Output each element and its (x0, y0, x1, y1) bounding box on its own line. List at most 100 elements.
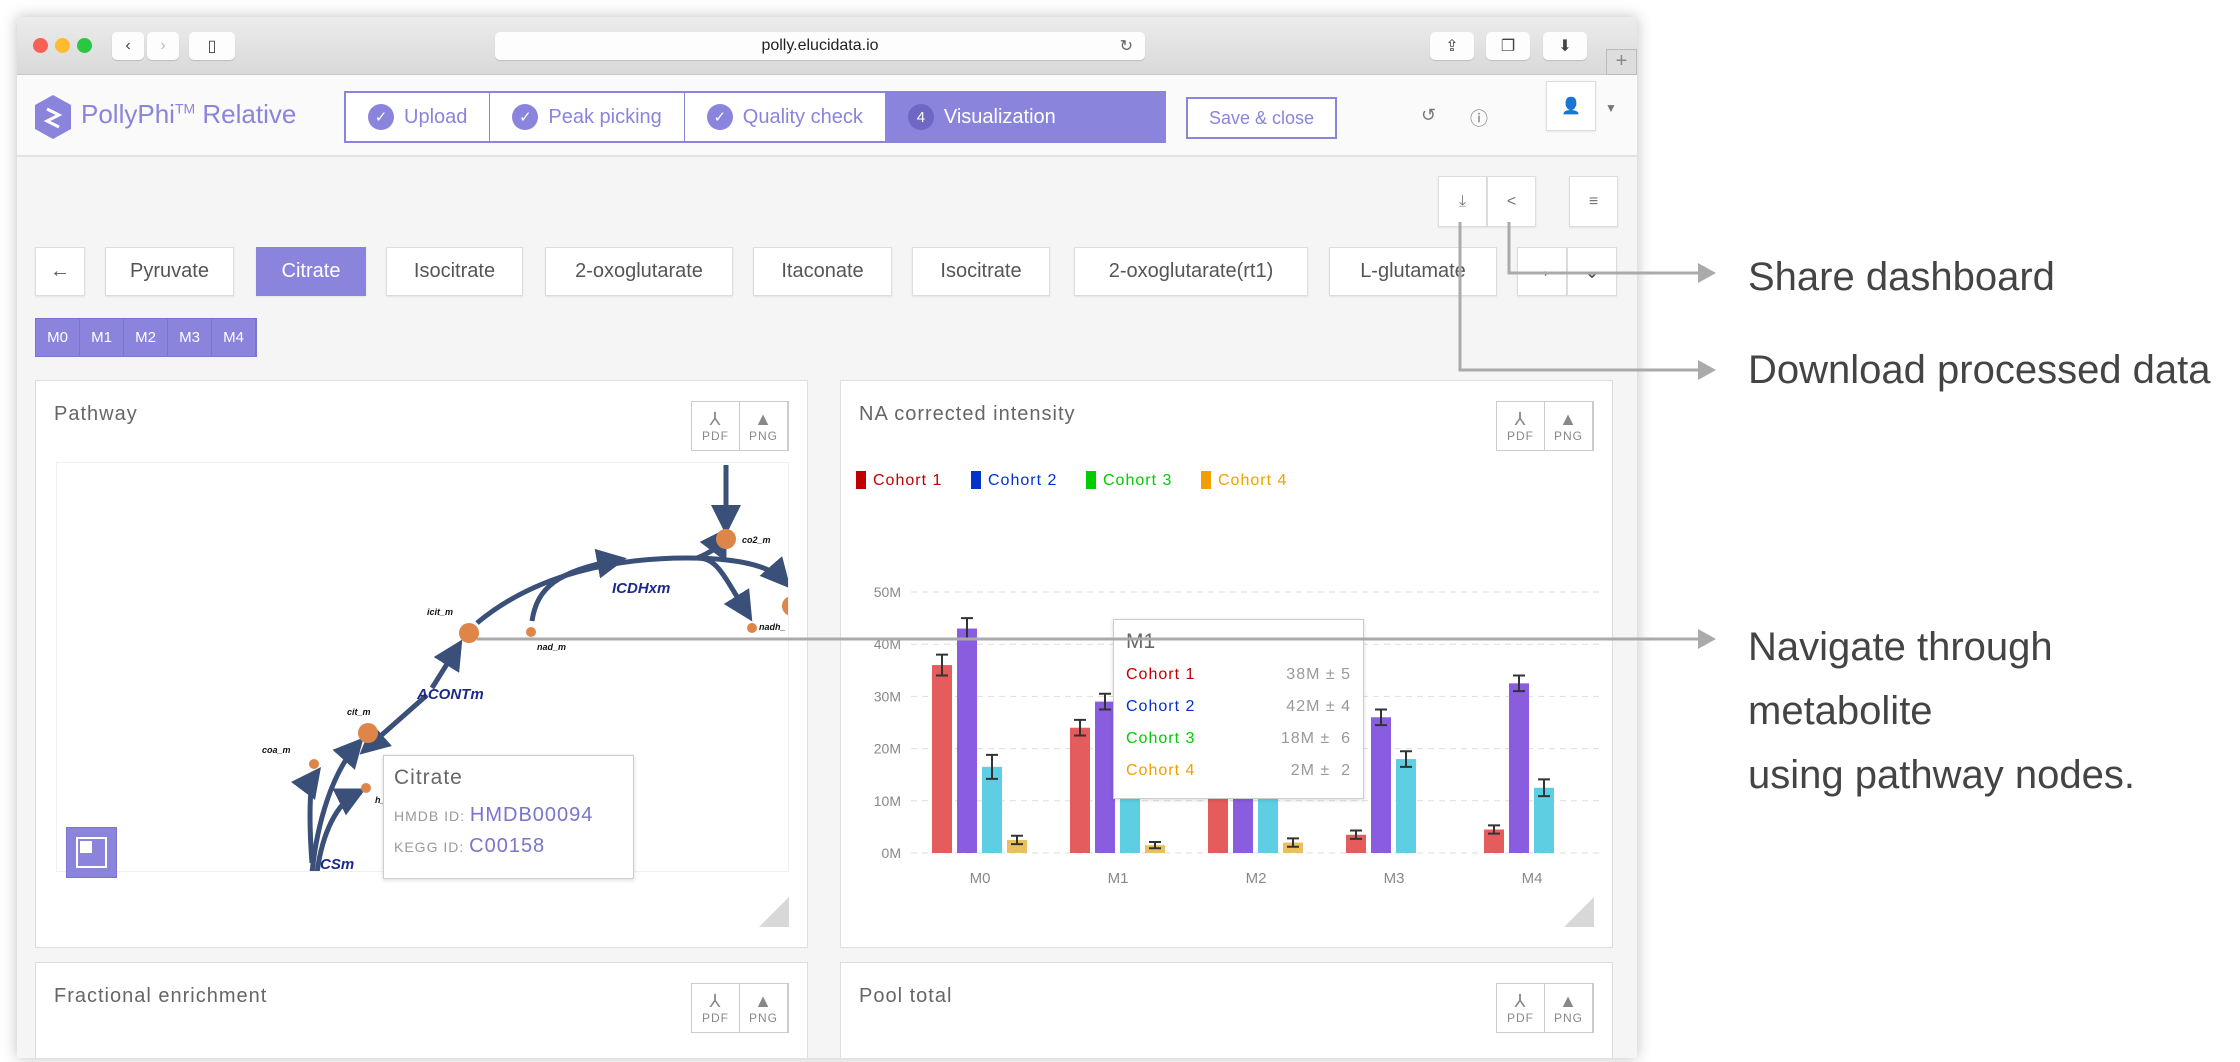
step-upload[interactable]: ✓ Upload (346, 93, 491, 141)
caret-down-icon[interactable]: ▼ (1605, 101, 1617, 115)
annotation-share: Share dashboard (1748, 255, 2055, 299)
resize-handle[interactable] (759, 897, 789, 927)
back-icon[interactable]: ‹ (112, 32, 144, 60)
history-icon[interactable]: ↺ (1421, 105, 1436, 126)
node-nad-m[interactable] (526, 627, 536, 637)
node-icit-m[interactable] (459, 623, 479, 643)
hmdb-link[interactable]: HMDB00094 (470, 804, 594, 826)
bar[interactable] (932, 665, 952, 853)
help-icon[interactable]: ⓘ (1470, 105, 1488, 131)
node-co2-m[interactable] (716, 529, 736, 549)
export-png-button[interactable]: ▲ PNG (1545, 984, 1593, 1032)
isotopologue-chip[interactable]: M0 (36, 319, 80, 356)
export-group: ⅄ PDF ▲ PNG (1496, 401, 1594, 451)
node-h[interactable] (361, 783, 371, 793)
pdf-icon: ⅄ (1514, 991, 1527, 1011)
x-tick-label: M1 (1108, 870, 1129, 887)
reaction-label[interactable]: ICDHxm (612, 580, 670, 597)
metabolite-tab[interactable]: 2-oxoglutarate(rt1) (1074, 247, 1308, 296)
node-cit-m[interactable] (358, 723, 378, 743)
filter-icon: ≡ (1588, 192, 1599, 210)
share-dashboard-button[interactable]: < (1487, 176, 1536, 227)
metabolite-tab[interactable]: Isocitrate (386, 247, 523, 296)
bar[interactable] (1509, 683, 1529, 853)
bar[interactable] (957, 628, 977, 853)
isotopologue-chip[interactable]: M4 (212, 319, 256, 356)
legend-item[interactable]: Cohort 3 (1086, 471, 1172, 489)
step-peak-picking[interactable]: ✓ Peak picking (490, 93, 685, 141)
bar[interactable] (1534, 787, 1554, 853)
panel-title: Pathway (54, 403, 138, 425)
hmdb-label: HMDB ID: (394, 808, 465, 824)
annotation-download: Download processed data (1748, 348, 2211, 392)
export-pdf-button[interactable]: ⅄ PDF (692, 984, 740, 1032)
tabs-icon[interactable]: ❐ (1486, 32, 1530, 60)
y-tick-label: 50M (874, 584, 901, 600)
legend-item[interactable]: Cohort 4 (1201, 471, 1287, 489)
step-visualization[interactable]: 4 Visualization (885, 93, 1164, 141)
panel-title: Pool total (859, 985, 953, 1007)
metabolite-tab[interactable]: L-glutamate (1329, 247, 1497, 296)
metabolite-tab[interactable]: Isocitrate (912, 247, 1050, 296)
node-right[interactable] (782, 596, 789, 616)
metabolite-tab-selected[interactable]: Citrate (256, 247, 366, 296)
na-intensity-panel: NA corrected intensity ⅄ PDF ▲ PNG Cohort … (840, 380, 1613, 948)
export-pdf-button[interactable]: ⅄ PDF (1497, 402, 1545, 450)
legend-item[interactable]: Cohort 1 (856, 471, 942, 489)
isotopologue-chip[interactable]: M3 (168, 319, 212, 356)
metabolite-tab[interactable]: Itaconate (753, 247, 892, 296)
legend-label: Cohort 1 (873, 472, 942, 489)
isotopologue-chip[interactable]: M1 (80, 319, 124, 356)
new-tab-icon[interactable]: + (1606, 49, 1637, 75)
metabolite-dropdown-button[interactable]: ⌄ (1567, 247, 1617, 296)
prev-metabolite-button[interactable]: ← (35, 247, 85, 296)
metabolite-tab[interactable]: 2-oxoglutarate (545, 247, 733, 296)
tooltip-row-value: 42M ± 4 (1286, 698, 1351, 715)
download-icon[interactable]: ⬇ (1543, 32, 1587, 60)
export-pdf-button[interactable]: ⅄ PDF (1497, 984, 1545, 1032)
export-pdf-button[interactable]: ⅄ PDF (692, 402, 740, 450)
kegg-link[interactable]: C00158 (469, 835, 545, 857)
tooltip-row: Cohort 1 38M ± 5 (1126, 666, 1351, 684)
filter-button[interactable]: ≡ (1569, 176, 1618, 227)
panel-title: NA corrected intensity (859, 403, 1076, 425)
pdf-icon: ⅄ (709, 991, 722, 1011)
resize-handle[interactable] (1564, 897, 1594, 927)
reaction-label[interactable]: ACONTm (416, 686, 484, 703)
download-data-button[interactable]: ⤓ (1438, 176, 1487, 227)
step-quality-check[interactable]: ✓ Quality check (685, 93, 886, 141)
minimize-window-button[interactable] (55, 38, 70, 53)
reload-icon[interactable]: ↻ (1120, 36, 1133, 56)
node-nadh[interactable] (747, 623, 757, 633)
kegg-label: KEGG ID: (394, 839, 465, 855)
tooltip-row-value: 18M ± 6 (1280, 730, 1351, 747)
share-icon[interactable]: ⇪ (1430, 32, 1474, 60)
bar[interactable] (1070, 727, 1090, 853)
minimap-button[interactable] (66, 827, 117, 878)
url-bar[interactable]: polly.elucidata.io ↻ (495, 32, 1145, 60)
export-png-button[interactable]: ▲ PNG (1545, 402, 1593, 450)
reaction-label[interactable]: CSm (320, 856, 354, 872)
export-png-button[interactable]: ▲ PNG (740, 984, 788, 1032)
export-png-button[interactable]: ▲ PNG (740, 402, 788, 450)
node-coa-m[interactable] (309, 759, 319, 769)
next-metabolite-button[interactable]: → (1517, 247, 1567, 296)
isotopologue-chip[interactable]: M2 (124, 319, 168, 356)
minimap-icon (80, 841, 92, 853)
legend-item[interactable]: Cohort 2 (971, 471, 1057, 489)
user-avatar-button[interactable]: 👤 (1546, 81, 1596, 131)
sidebar-icon[interactable]: ▯ (189, 32, 235, 60)
save-close-button[interactable]: Save & close (1186, 97, 1337, 139)
metabolite-tab[interactable]: Pyruvate (105, 247, 234, 296)
browser-window: ‹ › ▯ polly.elucidata.io ↻ ⇪ ❐ ⬇ + PollyP… (17, 17, 1637, 1058)
bar[interactable] (1396, 759, 1416, 853)
maximize-window-button[interactable] (77, 38, 92, 53)
check-icon: ✓ (512, 104, 539, 130)
bar[interactable] (1371, 717, 1391, 853)
tooltip-row-name: Cohort 4 (1126, 762, 1196, 779)
bar[interactable] (1095, 701, 1115, 853)
close-window-button[interactable] (33, 38, 48, 53)
tooltip-row: Cohort 3 18M ± 6 (1126, 730, 1351, 748)
x-tick-label: M3 (1384, 870, 1405, 887)
forward-icon[interactable]: › (147, 32, 179, 60)
